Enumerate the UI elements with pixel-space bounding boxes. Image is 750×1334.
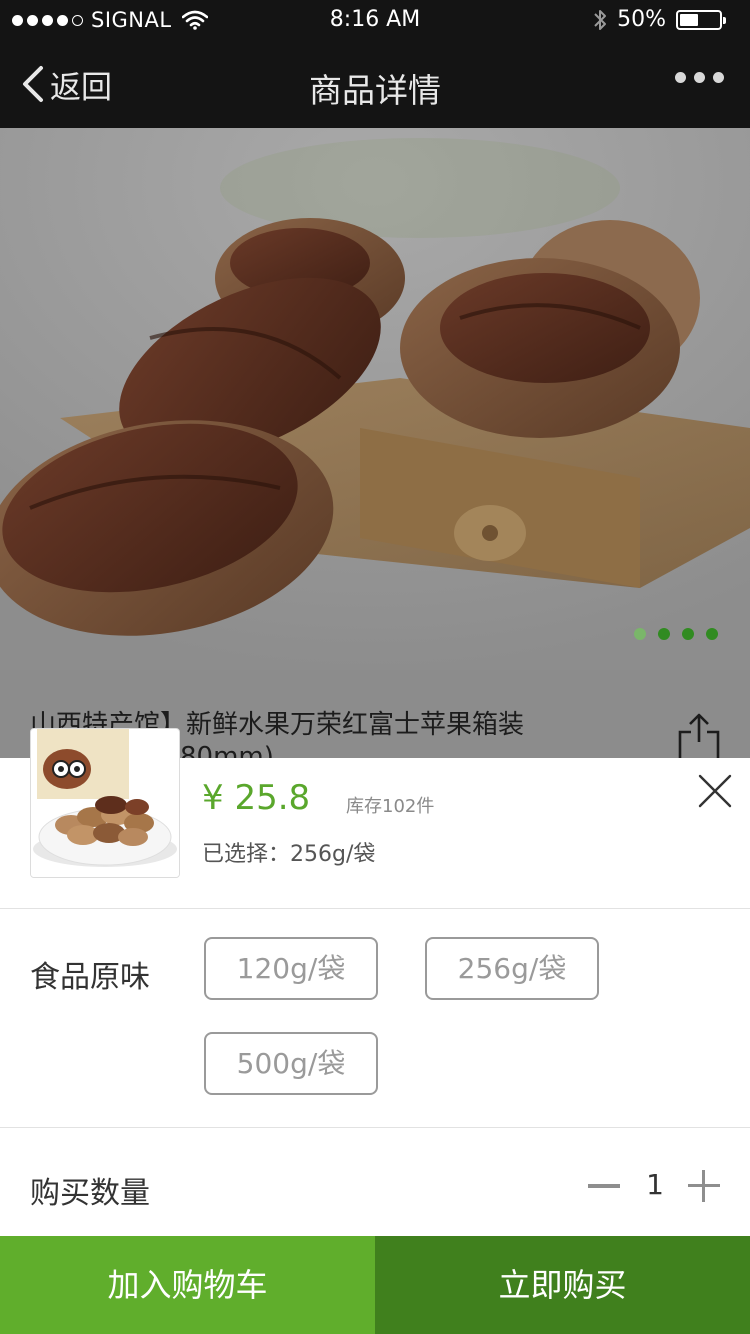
quantity-label: 购买数量 (30, 1176, 150, 1211)
more-options-button[interactable] (675, 72, 724, 83)
divider (0, 908, 750, 909)
option-256g[interactable]: 256g/袋 (425, 937, 599, 1000)
product-thumbnail-image (31, 729, 179, 877)
stock-count: 库存102件 (346, 796, 435, 817)
selected-spec: 已选择：256g/袋 (202, 842, 376, 867)
divider (0, 1127, 750, 1128)
battery-icon (676, 9, 726, 30)
carousel-indicator (634, 628, 718, 640)
buy-now-button[interactable]: 立即购买 (375, 1236, 750, 1334)
sku-selector-sheet: ¥ 25.8 库存102件 已选择：256g/袋 食品原味 120g/袋 256… (0, 728, 750, 1236)
navigation-bar: 返回 商品详情 (0, 40, 750, 128)
status-bar: SIGNAL 8:16 AM 50% (0, 0, 750, 40)
bluetooth-icon (594, 9, 607, 30)
carousel-dot[interactable] (658, 628, 670, 640)
more-dots-icon (675, 72, 686, 83)
close-icon[interactable] (698, 774, 732, 808)
carousel-dot[interactable] (706, 628, 718, 640)
carousel-dot[interactable] (634, 628, 646, 640)
selected-price: ¥ 25.8 (202, 778, 311, 818)
product-image (0, 128, 750, 670)
quantity-value[interactable]: 1 (640, 1168, 670, 1201)
product-image-carousel[interactable] (0, 128, 750, 670)
option-500g[interactable]: 500g/袋 (204, 1032, 378, 1095)
battery-percent: 50% (617, 7, 666, 32)
spec-group-label: 食品原味 (30, 960, 150, 995)
carousel-dot[interactable] (682, 628, 694, 640)
option-120g[interactable]: 120g/袋 (204, 937, 378, 1000)
action-bar: 加入购物车 立即购买 (0, 1236, 750, 1334)
decrease-quantity-button[interactable] (588, 1184, 620, 1188)
add-to-cart-button[interactable]: 加入购物车 (0, 1236, 375, 1334)
product-thumbnail (30, 728, 180, 878)
share-icon[interactable] (676, 712, 722, 764)
page-title: 商品详情 (309, 71, 441, 110)
increase-quantity-button[interactable] (688, 1170, 720, 1202)
status-right: 50% (593, 7, 726, 32)
